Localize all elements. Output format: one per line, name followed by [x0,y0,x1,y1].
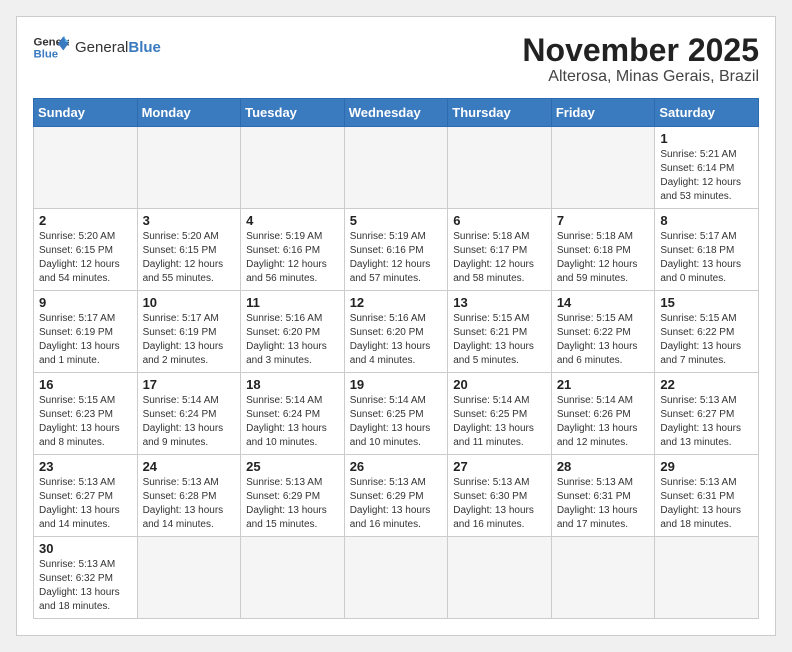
svg-text:Blue: Blue [34,49,59,61]
calendar-container: General Blue GeneralBlue November 2025 A… [16,16,776,636]
empty-cell [137,127,241,209]
day-1: 1 Sunrise: 5:21 AM Sunset: 6:14 PM Dayli… [655,127,759,209]
header-friday: Friday [551,99,655,127]
day-26: 26 Sunrise: 5:13 AMSunset: 6:29 PMDaylig… [344,455,448,537]
empty-cell [344,127,448,209]
sunset-label: Sunset: [660,163,694,174]
location-title: Alterosa, Minas Gerais, Brazil [522,68,759,86]
day-5: 5 Sunrise: 5:19 AMSunset: 6:16 PMDayligh… [344,209,448,291]
day-25: 25 Sunrise: 5:13 AMSunset: 6:29 PMDaylig… [241,455,345,537]
day-22: 22 Sunrise: 5:13 AMSunset: 6:27 PMDaylig… [655,373,759,455]
header-thursday: Thursday [448,99,552,127]
empty-cell [241,127,345,209]
header: General Blue GeneralBlue November 2025 A… [33,33,759,86]
day-3: 3 Sunrise: 5:20 AMSunset: 6:15 PMDayligh… [137,209,241,291]
calendar-table: Sunday Monday Tuesday Wednesday Thursday… [33,98,759,619]
empty-cell [344,537,448,619]
logo-text: GeneralBlue [75,39,161,56]
day-16: 16 Sunrise: 5:15 AMSunset: 6:23 PMDaylig… [34,373,138,455]
day-30: 30 Sunrise: 5:13 AMSunset: 6:32 PMDaylig… [34,537,138,619]
empty-cell [551,127,655,209]
empty-cell [448,127,552,209]
header-sunday: Sunday [34,99,138,127]
day-6: 6 Sunrise: 5:18 AMSunset: 6:17 PMDayligh… [448,209,552,291]
week-row-5: 23 Sunrise: 5:13 AMSunset: 6:27 PMDaylig… [34,455,759,537]
day-19: 19 Sunrise: 5:14 AMSunset: 6:25 PMDaylig… [344,373,448,455]
header-wednesday: Wednesday [344,99,448,127]
day-17: 17 Sunrise: 5:14 AMSunset: 6:24 PMDaylig… [137,373,241,455]
day-27: 27 Sunrise: 5:13 AMSunset: 6:30 PMDaylig… [448,455,552,537]
empty-cell [34,127,138,209]
header-monday: Monday [137,99,241,127]
month-title: November 2025 [522,33,759,68]
day-20: 20 Sunrise: 5:14 AMSunset: 6:25 PMDaylig… [448,373,552,455]
day-18: 18 Sunrise: 5:14 AMSunset: 6:24 PMDaylig… [241,373,345,455]
header-saturday: Saturday [655,99,759,127]
day-14: 14 Sunrise: 5:15 AMSunset: 6:22 PMDaylig… [551,291,655,373]
day-12: 12 Sunrise: 5:16 AMSunset: 6:20 PMDaylig… [344,291,448,373]
day-24: 24 Sunrise: 5:13 AMSunset: 6:28 PMDaylig… [137,455,241,537]
day-29: 29 Sunrise: 5:13 AMSunset: 6:31 PMDaylig… [655,455,759,537]
day-2: 2 Sunrise: 5:20 AMSunset: 6:15 PMDayligh… [34,209,138,291]
day-15: 15 Sunrise: 5:15 AMSunset: 6:22 PMDaylig… [655,291,759,373]
day-4: 4 Sunrise: 5:19 AMSunset: 6:16 PMDayligh… [241,209,345,291]
generalblue-logo-icon: General Blue [33,33,69,61]
day-7: 7 Sunrise: 5:18 AMSunset: 6:18 PMDayligh… [551,209,655,291]
empty-cell [448,537,552,619]
day-9: 9 Sunrise: 5:17 AMSunset: 6:19 PMDayligh… [34,291,138,373]
day-28: 28 Sunrise: 5:13 AMSunset: 6:31 PMDaylig… [551,455,655,537]
weekday-header-row: Sunday Monday Tuesday Wednesday Thursday… [34,99,759,127]
week-row-1: 1 Sunrise: 5:21 AM Sunset: 6:14 PM Dayli… [34,127,759,209]
empty-cell [551,537,655,619]
sunrise-label: Sunrise: [660,149,697,160]
title-section: November 2025 Alterosa, Minas Gerais, Br… [522,33,759,86]
empty-cell [241,537,345,619]
day-23: 23 Sunrise: 5:13 AMSunset: 6:27 PMDaylig… [34,455,138,537]
empty-cell [655,537,759,619]
week-row-3: 9 Sunrise: 5:17 AMSunset: 6:19 PMDayligh… [34,291,759,373]
day-8: 8 Sunrise: 5:17 AMSunset: 6:18 PMDayligh… [655,209,759,291]
week-row-2: 2 Sunrise: 5:20 AMSunset: 6:15 PMDayligh… [34,209,759,291]
day-11: 11 Sunrise: 5:16 AMSunset: 6:20 PMDaylig… [241,291,345,373]
empty-cell [137,537,241,619]
day-21: 21 Sunrise: 5:14 AMSunset: 6:26 PMDaylig… [551,373,655,455]
day-13: 13 Sunrise: 5:15 AMSunset: 6:21 PMDaylig… [448,291,552,373]
week-row-4: 16 Sunrise: 5:15 AMSunset: 6:23 PMDaylig… [34,373,759,455]
day-10: 10 Sunrise: 5:17 AMSunset: 6:19 PMDaylig… [137,291,241,373]
week-row-6: 30 Sunrise: 5:13 AMSunset: 6:32 PMDaylig… [34,537,759,619]
header-tuesday: Tuesday [241,99,345,127]
logo: General Blue GeneralBlue [33,33,161,61]
